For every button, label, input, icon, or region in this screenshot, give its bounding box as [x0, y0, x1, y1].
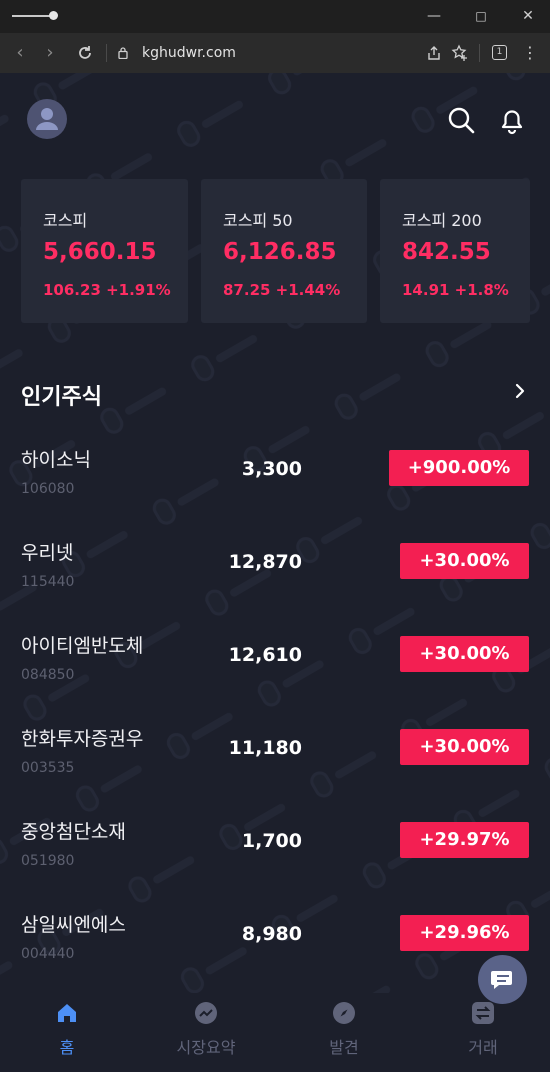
index-name: 코스피 50 [223, 211, 293, 230]
index-name: 코스피 [43, 211, 88, 230]
nav-label: 거래 [468, 1038, 498, 1057]
stock-row[interactable]: 한화투자증권우 003535 11,180 +30.00% [0, 724, 550, 817]
bottom-nav: 홈 시장요약 발견 거래 [0, 993, 550, 1072]
home-icon [58, 1004, 76, 1022]
minimize-icon[interactable]: — [423, 6, 445, 26]
window-titlebar: — □ ✕ [0, 0, 550, 33]
url-text[interactable]: kghudwr.com [142, 43, 236, 63]
section-title: 인기주식 [21, 385, 102, 410]
stock-row[interactable]: 삼일씨엔에스 004440 8,980 +29.96% [0, 910, 550, 1003]
nav-discover[interactable]: 발견 [284, 1001, 404, 1061]
stock-price: 12,870 [228, 551, 302, 573]
index-card-kospi200[interactable]: 코스피 200 842.55 14.91 +1.8% [380, 179, 530, 323]
reload-icon[interactable] [74, 42, 96, 64]
stock-row[interactable]: 하이소닉 106080 3,300 +900.00% [0, 445, 550, 538]
trend-icon [195, 1002, 217, 1024]
search-icon[interactable] [446, 105, 476, 135]
stock-price: 8,980 [241, 923, 302, 945]
bell-icon[interactable] [497, 105, 527, 135]
chat-icon [491, 971, 512, 989]
stock-row[interactable]: 아이티엠반도체 084850 12,610 +30.00% [0, 631, 550, 724]
nav-trade[interactable]: 거래 [423, 1001, 543, 1061]
index-value: 6,126.85 [223, 239, 337, 265]
close-icon[interactable]: ✕ [517, 6, 539, 26]
menu-icon[interactable]: ⋮ [519, 42, 541, 64]
back-icon[interactable]: ‹ [9, 42, 31, 64]
maximize-icon[interactable]: □ [470, 6, 492, 26]
stock-name: 아이티엠반도체 [21, 635, 144, 657]
chevron-right-icon[interactable] [510, 379, 530, 403]
index-value: 5,660.15 [43, 239, 157, 265]
share-icon[interactable] [423, 42, 445, 64]
index-card-kospi50[interactable]: 코스피 50 6,126.85 87.25 +1.44% [201, 179, 367, 323]
nav-label: 홈 [59, 1038, 75, 1057]
stock-change-badge: +29.97% [400, 822, 529, 858]
nav-label: 발견 [329, 1038, 359, 1057]
index-card-kospi[interactable]: 코스피 5,660.15 106.23 +1.91% [21, 179, 188, 323]
nav-label: 시장요약 [176, 1038, 236, 1057]
nav-home[interactable]: 홈 [7, 1001, 127, 1061]
index-name: 코스피 200 [402, 211, 482, 230]
stock-code: 106080 [21, 481, 75, 497]
stock-code: 051980 [21, 853, 75, 869]
index-change: 87.25 +1.44% [223, 281, 341, 299]
index-change: 14.91 +1.8% [402, 281, 509, 299]
stock-name: 하이소닉 [21, 449, 91, 471]
favorites-icon[interactable] [449, 42, 471, 64]
stock-name: 한화투자증권우 [21, 728, 144, 750]
index-value: 842.55 [402, 239, 491, 265]
stock-price: 12,610 [228, 644, 302, 666]
stock-price: 1,700 [241, 830, 302, 852]
app-main: 코스피 5,660.15 106.23 +1.91% 코스피 50 6,126.… [0, 73, 550, 1072]
stock-name: 삼일씨엔에스 [21, 914, 126, 936]
stock-change-badge: +30.00% [400, 729, 529, 765]
nav-market-summary[interactable]: 시장요약 [146, 1001, 266, 1061]
stock-name: 우리넷 [21, 542, 74, 564]
address-bar: ‹ › kghudwr.com 1 ⋮ [0, 33, 550, 73]
forward-icon[interactable]: › [39, 42, 61, 64]
transfer-icon [472, 1002, 494, 1024]
stock-code: 115440 [21, 574, 75, 590]
avatar[interactable] [27, 99, 67, 139]
chat-button[interactable] [478, 955, 527, 1004]
stock-change-badge: +30.00% [400, 636, 529, 672]
compass-icon [333, 1002, 355, 1024]
stock-change-badge: +30.00% [400, 543, 529, 579]
lock-icon [118, 47, 128, 59]
stock-code: 084850 [21, 667, 75, 683]
stock-price: 11,180 [228, 737, 302, 759]
stock-row[interactable]: 우리넷 115440 12,870 +30.00% [0, 538, 550, 631]
stock-change-badge: +900.00% [389, 450, 529, 486]
index-change: 106.23 +1.91% [43, 281, 171, 299]
tab-count[interactable]: 1 [492, 45, 507, 60]
stock-row[interactable]: 중앙첨단소재 051980 1,700 +29.97% [0, 817, 550, 910]
zoom-slider-knob[interactable] [49, 11, 58, 20]
stock-change-badge: +29.96% [400, 915, 529, 951]
stock-code: 003535 [21, 760, 75, 776]
stock-name: 중앙첨단소재 [21, 821, 126, 843]
stock-code: 004440 [21, 946, 75, 962]
stock-price: 3,300 [241, 458, 302, 480]
